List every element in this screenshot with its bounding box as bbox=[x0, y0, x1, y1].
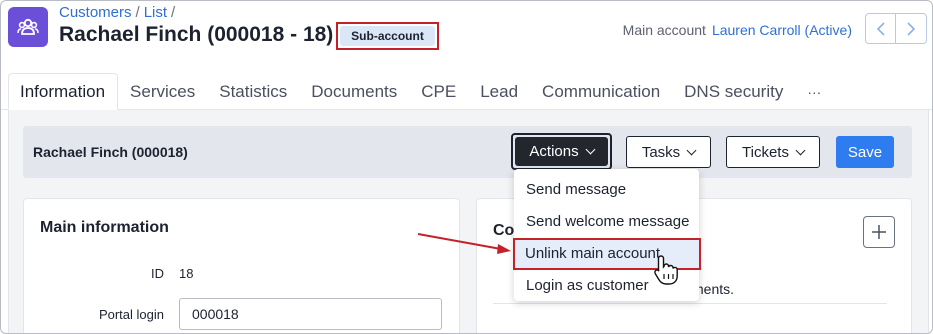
main-account-link[interactable]: Lauren Carroll (Active) bbox=[712, 22, 852, 38]
breadcrumb-separator: / bbox=[171, 4, 176, 21]
page-title: Rachael Finch (000018 - 18) bbox=[59, 23, 334, 46]
plus-icon bbox=[872, 225, 886, 239]
toolbar: Rachael Finch (000018) Actions Tasks Tic… bbox=[23, 126, 912, 178]
tab-more[interactable]: ··· bbox=[795, 73, 833, 110]
hand-pointer-cursor-icon bbox=[652, 254, 682, 291]
previous-record-button[interactable] bbox=[865, 13, 896, 44]
main-account-label: Main account bbox=[622, 22, 706, 38]
portal-login-input[interactable] bbox=[179, 298, 442, 330]
divider bbox=[493, 303, 887, 304]
toolbar-title: Rachael Finch (000018) bbox=[33, 144, 188, 160]
tab-documents[interactable]: Documents bbox=[299, 73, 409, 110]
id-label: ID bbox=[151, 266, 164, 281]
tab-bar: Information Services Statistics Document… bbox=[1, 73, 932, 110]
main-account-info: Main account Lauren Carroll (Active) bbox=[623, 22, 852, 38]
record-navigation bbox=[865, 13, 927, 44]
breadcrumb: Customers / List / bbox=[59, 4, 175, 21]
tab-lead[interactable]: Lead bbox=[468, 73, 530, 110]
chevron-left-icon bbox=[876, 21, 885, 36]
tasks-button-label: Tasks bbox=[641, 143, 681, 161]
chevron-down-icon bbox=[686, 145, 697, 155]
breadcrumb-customers[interactable]: Customers bbox=[59, 4, 132, 21]
actions-button-label: Actions bbox=[529, 143, 579, 160]
menu-item-send-welcome-message[interactable]: Send welcome message bbox=[514, 206, 699, 238]
save-button[interactable]: Save bbox=[836, 136, 894, 168]
id-value: 18 bbox=[179, 266, 194, 281]
actions-button[interactable]: Actions bbox=[515, 137, 608, 166]
chevron-down-icon bbox=[795, 145, 806, 155]
main-information-title: Main information bbox=[40, 219, 169, 236]
add-comment-button[interactable] bbox=[863, 216, 895, 248]
tab-information[interactable]: Information bbox=[8, 73, 119, 110]
tab-statistics[interactable]: Statistics bbox=[207, 73, 299, 110]
tab-cpe[interactable]: CPE bbox=[409, 73, 468, 110]
tickets-button-label: Tickets bbox=[742, 143, 789, 161]
app-window: Customers / List / Rachael Finch (000018… bbox=[0, 0, 933, 334]
tickets-button[interactable]: Tickets bbox=[726, 136, 820, 168]
portal-login-label: Portal login bbox=[98, 307, 164, 322]
breadcrumb-separator: / bbox=[135, 4, 140, 21]
chevron-down-icon bbox=[585, 144, 596, 155]
menu-item-send-message[interactable]: Send message bbox=[514, 174, 699, 206]
tab-dns-security[interactable]: DNS security bbox=[672, 73, 795, 110]
tab-communication[interactable]: Communication bbox=[530, 73, 672, 110]
comments-title: Co bbox=[493, 222, 515, 239]
tab-services[interactable]: Services bbox=[118, 73, 207, 110]
next-record-button[interactable] bbox=[896, 13, 927, 44]
tasks-button[interactable]: Tasks bbox=[626, 136, 711, 168]
breadcrumb-list[interactable]: List bbox=[144, 4, 167, 21]
sub-account-badge: Sub-account bbox=[340, 26, 435, 46]
customers-logo-icon[interactable] bbox=[8, 7, 48, 47]
main-information-card: Main information ID 18 Portal login bbox=[23, 198, 460, 333]
sub-account-badge-highlight: Sub-account bbox=[336, 22, 439, 50]
chevron-right-icon bbox=[907, 21, 916, 36]
